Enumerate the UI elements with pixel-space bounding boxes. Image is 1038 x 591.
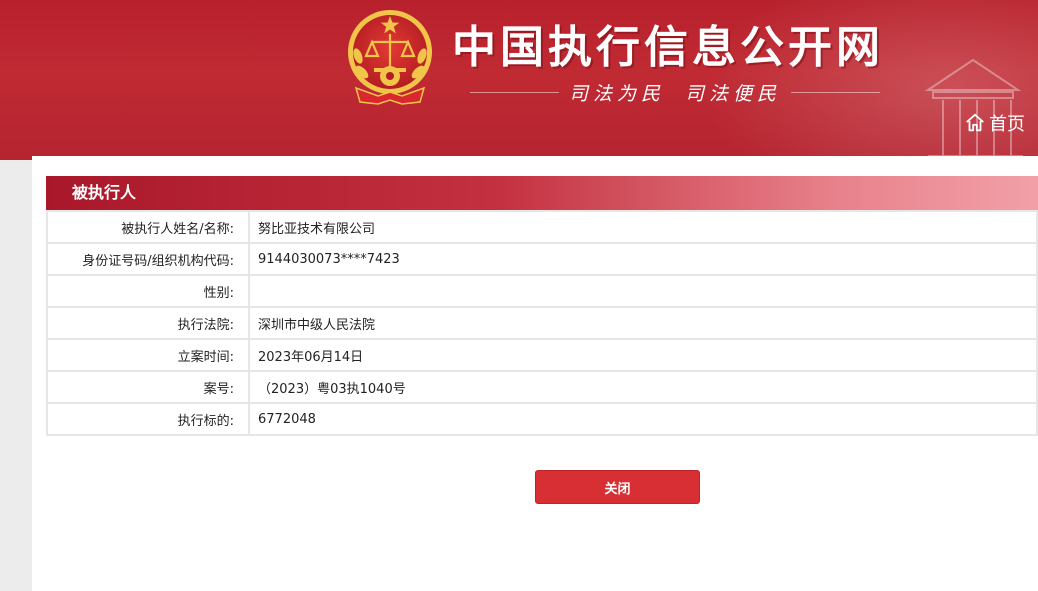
slogan-1: 司法为民: [568, 82, 665, 105]
national-emblem-icon: [348, 10, 432, 105]
table-row: 被执行人姓名/名称: 努比亚技术有限公司: [46, 210, 1038, 244]
field-value-id-code: 9144030073****7423: [248, 242, 1038, 276]
field-label-filing-date: 立案时间:: [46, 338, 250, 372]
site-header: 中国执行信息公开网 司法为民 司法便民 首页: [0, 0, 1038, 160]
debtor-info-table: 被执行人姓名/名称: 努比亚技术有限公司 身份证号码/组织机构代码: 91440…: [46, 210, 1038, 436]
table-row: 执行法院: 深圳市中级人民法院: [46, 306, 1038, 340]
field-value-name: 努比亚技术有限公司: [248, 210, 1038, 244]
table-row: 身份证号码/组织机构代码: 9144030073****7423: [46, 242, 1038, 276]
table-row: 性别:: [46, 274, 1038, 308]
field-value-court: 深圳市中级人民法院: [248, 306, 1038, 340]
table-row: 执行标的: 6772048: [46, 402, 1038, 436]
section-header: 被执行人: [46, 176, 1038, 210]
slogan-2: 司法便民: [685, 82, 782, 105]
page: 中国执行信息公开网 司法为民 司法便民 首页 被执行人 被执行人姓名/名称: 努…: [0, 0, 1038, 591]
slogan-row: 司法为民 司法便民: [470, 78, 880, 106]
field-value-gender: [248, 274, 1038, 308]
court-building-icon: [924, 58, 1023, 157]
close-button[interactable]: 关闭: [535, 470, 700, 504]
field-label-enforcement-amount: 执行标的:: [46, 402, 250, 436]
home-icon: [966, 113, 984, 132]
home-label: 首页: [989, 114, 1025, 135]
field-value-enforcement-amount: 6772048: [248, 402, 1038, 436]
field-value-case-number: （2023）粤03执1040号: [248, 370, 1038, 404]
content-panel: 被执行人 被执行人姓名/名称: 努比亚技术有限公司 身份证号码/组织机构代码: …: [32, 156, 1038, 591]
field-label-case-number: 案号:: [46, 370, 250, 404]
site-title: 中国执行信息公开网: [452, 22, 884, 73]
home-link[interactable]: 首页: [964, 110, 1025, 136]
field-value-filing-date: 2023年06月14日: [248, 338, 1038, 372]
table-row: 案号: （2023）粤03执1040号: [46, 370, 1038, 404]
field-label-court: 执行法院:: [46, 306, 250, 340]
slogan-divider-right: [791, 91, 880, 93]
field-label-id-code: 身份证号码/组织机构代码:: [46, 242, 250, 276]
slogan-divider-left: [470, 91, 559, 93]
table-row: 立案时间: 2023年06月14日: [46, 338, 1038, 372]
field-label-gender: 性别:: [46, 274, 250, 308]
field-label-name: 被执行人姓名/名称:: [46, 210, 250, 244]
